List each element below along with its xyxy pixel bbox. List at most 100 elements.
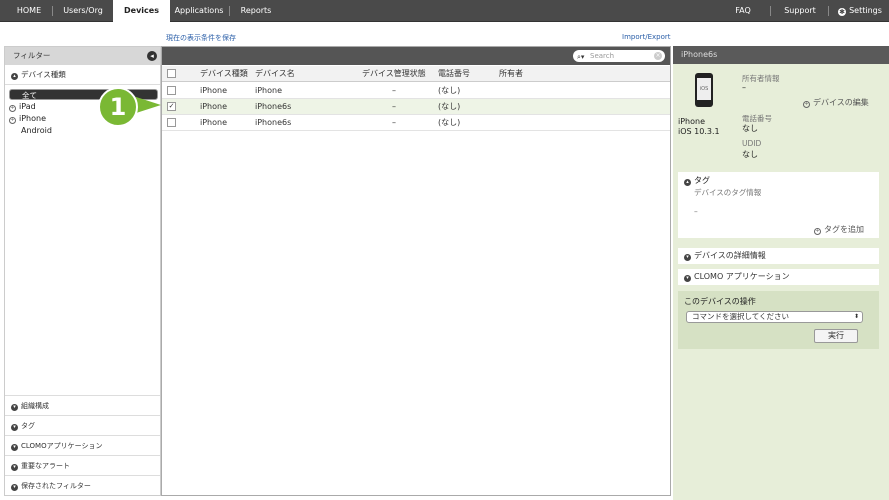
cell-device-name: iPhone bbox=[255, 86, 283, 95]
device-screen-label: iOS bbox=[697, 78, 711, 100]
select-all-checkbox[interactable] bbox=[167, 69, 176, 78]
detail-title: iPhone6s bbox=[673, 46, 889, 64]
chevron-down-icon: ▾ bbox=[11, 424, 18, 431]
gear-icon: ✱ bbox=[838, 8, 847, 16]
filter-section-saved[interactable]: ▾ 保存されたフィルター bbox=[5, 475, 160, 495]
device-detail-pane: iPhone6s iOS iPhone iOS 10.3.1 所有者情報 – +… bbox=[673, 46, 889, 500]
chevron-down-icon: ▾ bbox=[11, 464, 18, 471]
command-select-value: コマンドを選択してください bbox=[692, 312, 790, 321]
nav-users-org[interactable]: Users/Org bbox=[58, 0, 108, 22]
add-tag-link[interactable]: + タグを追加 bbox=[814, 224, 864, 235]
import-export-link[interactable]: Import/Export bbox=[622, 33, 671, 41]
filter-type-iphone[interactable]: + iPhone bbox=[9, 114, 46, 124]
nav-faq[interactable]: FAQ bbox=[726, 0, 760, 22]
row-checkbox[interactable] bbox=[167, 86, 176, 95]
step-callout-badge: 1 bbox=[98, 87, 138, 127]
filter-section-label: 保存されたフィルター bbox=[21, 482, 91, 490]
tag-info-label: デバイスのタグ情報 bbox=[694, 188, 762, 197]
edit-device-link[interactable]: + デバイスの編集 bbox=[803, 97, 869, 108]
cell-device-type: iPhone bbox=[200, 86, 228, 95]
table-row[interactable]: iPhone iPhone6s – (なし) bbox=[162, 115, 670, 131]
cell-device-type: iPhone bbox=[200, 118, 228, 127]
settings-label: Settings bbox=[849, 6, 882, 15]
search-input[interactable]: ⌕▾ Search × bbox=[573, 50, 665, 62]
save-conditions-link[interactable]: 現在の表示条件を保存 bbox=[166, 33, 236, 43]
nav-reports[interactable]: Reports bbox=[234, 0, 278, 22]
udid-value: なし bbox=[742, 150, 758, 159]
filter-section-org[interactable]: ▾ 組織構成 bbox=[5, 395, 160, 415]
udid-label: UDID bbox=[742, 139, 762, 148]
nav-separator bbox=[828, 6, 829, 16]
plus-icon: + bbox=[803, 101, 810, 108]
filter-type-ipad[interactable]: + iPad bbox=[9, 102, 36, 112]
header-mgmt-status[interactable]: デバイス管理状態 bbox=[362, 66, 426, 82]
filter-type-label: iPhone bbox=[19, 114, 47, 123]
clomo-apps-section[interactable]: ▾ CLOMO アプリケーション bbox=[678, 269, 879, 285]
nav-settings[interactable]: ✱ Settings bbox=[834, 0, 886, 22]
nav-separator bbox=[229, 6, 230, 16]
edit-device-label: デバイスの編集 bbox=[813, 98, 869, 107]
select-arrows-icon: ⬍ bbox=[853, 313, 859, 320]
nav-devices[interactable]: Devices bbox=[113, 0, 170, 23]
clear-icon[interactable]: × bbox=[654, 52, 662, 60]
expand-icon: + bbox=[9, 117, 16, 124]
chevron-down-icon: ▾ bbox=[11, 444, 18, 451]
chevron-down-icon: ▾ bbox=[684, 254, 691, 261]
expand-icon: + bbox=[9, 105, 16, 112]
command-select[interactable]: コマンドを選択してください ⬍ bbox=[686, 311, 863, 323]
chevron-up-icon: ▴ bbox=[11, 73, 18, 80]
cell-device-type: iPhone bbox=[200, 102, 228, 111]
filter-section-label: タグ bbox=[21, 422, 35, 430]
grid-header-row: デバイス種類 デバイス名 デバイス管理状態 電話番号 所有者 bbox=[162, 66, 670, 82]
nav-home[interactable]: HOME bbox=[8, 0, 50, 22]
cell-phone: (なし) bbox=[438, 86, 461, 95]
nav-separator bbox=[770, 6, 771, 16]
header-device-type[interactable]: デバイス種類 bbox=[200, 66, 248, 82]
clomo-apps-label: CLOMO アプリケーション bbox=[694, 272, 790, 281]
nav-separator bbox=[52, 6, 53, 16]
collapse-panel-icon[interactable]: ◂ bbox=[147, 51, 157, 61]
filter-header: フィルター ◂ bbox=[5, 47, 160, 65]
filter-section-device-type[interactable]: ▴ デバイス種類 bbox=[5, 65, 160, 85]
chevron-down-icon: ▾ bbox=[684, 275, 691, 282]
cell-phone: (なし) bbox=[438, 102, 461, 111]
nav-applications[interactable]: Applications bbox=[172, 0, 226, 22]
iphone-device-icon: iOS bbox=[695, 73, 713, 107]
filter-section-clomo-apps[interactable]: ▾ CLOMOアプリケーション bbox=[5, 435, 160, 455]
search-placeholder: Search bbox=[590, 52, 615, 60]
row-checkbox[interactable] bbox=[167, 118, 176, 127]
cell-mgmt-status: – bbox=[392, 102, 396, 111]
top-navigation: HOME Users/Org Devices Applications Repo… bbox=[0, 0, 889, 23]
tag-panel: ▴ タグ デバイスのタグ情報 – + タグを追加 bbox=[678, 172, 879, 238]
filter-section-label: デバイス種類 bbox=[21, 70, 66, 79]
filter-section-label: 組織構成 bbox=[21, 402, 49, 410]
device-details-section[interactable]: ▾ デバイスの詳細情報 bbox=[678, 248, 879, 264]
row-checkbox-checked[interactable]: ✓ bbox=[167, 102, 176, 111]
header-phone[interactable]: 電話番号 bbox=[438, 66, 470, 82]
device-operations-panel: このデバイスの操作 コマンドを選択してください ⬍ 実行 bbox=[678, 291, 879, 349]
tag-title: タグ bbox=[694, 176, 710, 185]
header-owner[interactable]: 所有者 bbox=[499, 66, 523, 82]
plus-icon: + bbox=[814, 228, 821, 235]
run-button[interactable]: 実行 bbox=[814, 329, 858, 343]
header-device-name[interactable]: デバイス名 bbox=[255, 66, 295, 82]
chevron-down-icon: ▾ bbox=[11, 404, 18, 411]
owner-value: – bbox=[742, 83, 746, 92]
device-model: iPhone bbox=[678, 117, 706, 126]
tag-value: – bbox=[694, 207, 698, 216]
cell-phone: (なし) bbox=[438, 118, 461, 127]
filter-section-label: CLOMOアプリケーション bbox=[21, 442, 103, 450]
filter-section-label: 重要なアラート bbox=[21, 462, 70, 470]
device-grid: ⌕▾ Search × デバイス種類 デバイス名 デバイス管理状態 電話番号 所… bbox=[161, 46, 671, 496]
filter-section-alerts[interactable]: ▾ 重要なアラート bbox=[5, 455, 160, 475]
table-row[interactable]: iPhone iPhone – (なし) bbox=[162, 83, 670, 99]
filter-section-tag[interactable]: ▾ タグ bbox=[5, 415, 160, 435]
table-row[interactable]: ✓ iPhone iPhone6s – (なし) bbox=[162, 99, 670, 115]
filter-title: フィルター bbox=[13, 51, 51, 60]
tag-section-toggle[interactable]: ▴ タグ bbox=[684, 175, 710, 186]
os-version: iOS 10.3.1 bbox=[678, 127, 720, 136]
ops-title: このデバイスの操作 bbox=[684, 297, 756, 306]
grid-toolbar: ⌕▾ Search × bbox=[162, 47, 670, 65]
nav-support[interactable]: Support bbox=[780, 0, 820, 22]
filter-type-android[interactable]: Android bbox=[21, 126, 52, 135]
